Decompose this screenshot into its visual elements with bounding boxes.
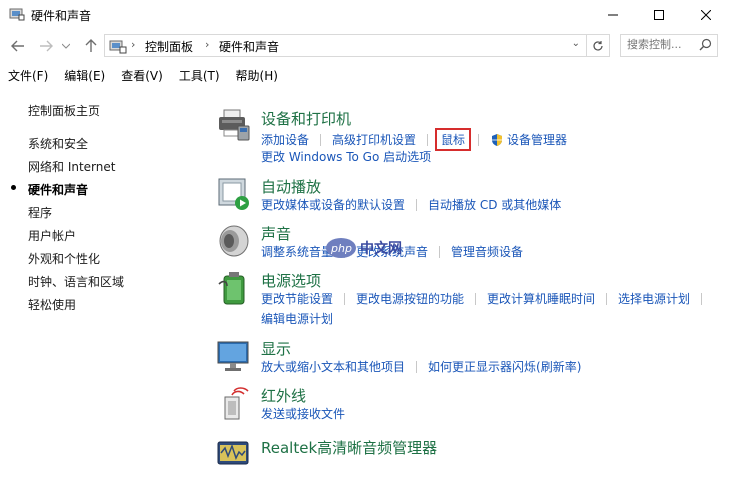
- links-row: 更改节能设置 更改电源按钮的功能 更改计算机睡眠时间 选择电源计划: [261, 290, 713, 307]
- links-row: 更改 Windows To Go 启动选项: [261, 148, 431, 165]
- window-title: 硬件和声音: [31, 9, 92, 23]
- link-change-power-saving[interactable]: 更改节能设置: [261, 290, 333, 307]
- breadcrumb-separator-icon[interactable]: ›: [205, 38, 209, 51]
- link-choose-power-plan[interactable]: 选择电源计划: [618, 290, 690, 307]
- watermark-text: 中文网: [360, 240, 402, 257]
- link-adjust-volume[interactable]: 调整系统音量: [261, 243, 333, 260]
- breadcrumb-separator-icon[interactable]: ›: [131, 38, 135, 51]
- control-panel-icon: [109, 40, 127, 54]
- control-panel-icon: [9, 8, 25, 21]
- category-title-autoplay[interactable]: 自动播放: [261, 176, 321, 197]
- maximize-icon: [654, 10, 664, 20]
- category-title-power[interactable]: 电源选项: [261, 270, 321, 291]
- realtek-icon[interactable]: [216, 436, 252, 472]
- sidebar-item-hardware-sound[interactable]: 硬件和声音: [28, 181, 88, 198]
- link-divider: [478, 133, 480, 146]
- breadcrumb-control-panel[interactable]: 控制面板: [145, 38, 193, 55]
- link-power-button-function[interactable]: 更改电源按钮的功能: [356, 290, 464, 307]
- link-divider: [606, 292, 608, 305]
- svg-text:php: php: [330, 242, 352, 255]
- links-row: 更改媒体或设备的默认设置 自动播放 CD 或其他媒体: [261, 196, 561, 213]
- maximize-button[interactable]: [636, 0, 682, 30]
- link-divider: [475, 292, 477, 305]
- menu-view[interactable]: 查看(V): [113, 64, 171, 86]
- link-divider: [439, 245, 441, 258]
- link-edit-power-plan[interactable]: 编辑电源计划: [261, 310, 333, 327]
- link-text-size[interactable]: 放大或缩小文本和其他项目: [261, 358, 405, 375]
- sidebar-item-network[interactable]: 网络和 Internet: [28, 158, 115, 175]
- search-icon: [699, 38, 712, 51]
- battery-icon[interactable]: [216, 270, 252, 306]
- sidebar-item-user-accounts[interactable]: 用户帐户: [28, 227, 76, 244]
- category-title-display[interactable]: 显示: [261, 338, 291, 359]
- sidebar-control-panel-home[interactable]: 控制面板主页: [28, 102, 100, 119]
- category-title-sound[interactable]: 声音: [261, 223, 291, 244]
- category-title-realtek[interactable]: Realtek高清晰音频管理器: [261, 437, 437, 458]
- search-input[interactable]: [627, 38, 697, 51]
- watermark-logo: php 中文网: [326, 238, 402, 258]
- arrow-up-icon: [85, 39, 97, 52]
- breadcrumb-hardware-sound[interactable]: 硬件和声音: [219, 38, 279, 55]
- active-bullet-icon: [11, 185, 16, 190]
- recent-locations-button[interactable]: [60, 36, 72, 56]
- infrared-icon[interactable]: [216, 385, 252, 421]
- address-bar[interactable]: › 控制面板 › 硬件和声音 ⌄: [104, 34, 587, 57]
- sidebar-item-clock-region[interactable]: 时钟、语言和区域: [28, 273, 124, 290]
- menu-bar: 文件(F) 编辑(E) 查看(V) 工具(T) 帮助(H): [0, 64, 729, 86]
- autoplay-icon[interactable]: [216, 176, 252, 212]
- address-dropdown-icon[interactable]: ⌄: [572, 38, 580, 49]
- links-row: 编辑电源计划: [261, 310, 333, 327]
- category-title-devices-printers[interactable]: 设备和打印机: [261, 108, 351, 129]
- speaker-icon[interactable]: [216, 223, 252, 259]
- close-icon: [701, 10, 711, 20]
- sidebar-item-programs[interactable]: 程序: [28, 204, 52, 221]
- link-sleep-time[interactable]: 更改计算机睡眠时间: [487, 290, 595, 307]
- title-bar: 硬件和声音: [0, 0, 729, 30]
- sidebar-item-ease-of-access[interactable]: 轻松使用: [28, 296, 76, 313]
- link-send-receive-files[interactable]: 发送或接收文件: [261, 405, 345, 422]
- links-row: 发送或接收文件: [261, 405, 345, 422]
- monitor-icon[interactable]: [216, 338, 252, 374]
- link-add-device[interactable]: 添加设备: [261, 131, 309, 148]
- link-divider: [416, 360, 418, 373]
- sidebar-item-system-security[interactable]: 系统和安全: [28, 135, 88, 152]
- category-title-infrared[interactable]: 红外线: [261, 385, 306, 406]
- link-autoplay-cd[interactable]: 自动播放 CD 或其他媒体: [428, 196, 561, 213]
- forward-button[interactable]: [36, 36, 56, 56]
- printer-icon[interactable]: [216, 108, 252, 144]
- link-mouse[interactable]: 鼠标: [435, 128, 472, 151]
- link-divider: [416, 198, 418, 211]
- refresh-button[interactable]: [587, 34, 610, 57]
- arrow-left-icon: [11, 40, 24, 52]
- up-button[interactable]: [81, 36, 101, 56]
- link-refresh-rate[interactable]: 如何更正显示器闪烁(刷新率): [428, 358, 581, 375]
- arrow-right-icon: [40, 40, 53, 52]
- menu-edit[interactable]: 编辑(E): [56, 64, 113, 86]
- link-divider: [344, 292, 346, 305]
- menu-file[interactable]: 文件(F): [0, 64, 56, 86]
- back-button[interactable]: [8, 36, 28, 56]
- link-manage-audio-devices[interactable]: 管理音频设备: [451, 243, 523, 260]
- menu-help[interactable]: 帮助(H): [228, 64, 286, 86]
- link-change-default-media[interactable]: 更改媒体或设备的默认设置: [261, 196, 405, 213]
- minimize-icon: [608, 14, 618, 16]
- chevron-down-icon: [62, 43, 70, 49]
- link-windows-to-go[interactable]: 更改 Windows To Go 启动选项: [261, 148, 431, 165]
- links-row: 放大或缩小文本和其他项目 如何更正显示器闪烁(刷新率): [261, 358, 581, 375]
- shield-icon: [492, 133, 503, 146]
- search-box[interactable]: [620, 34, 718, 57]
- close-button[interactable]: [683, 0, 729, 30]
- link-divider: [320, 133, 322, 146]
- link-divider: [427, 133, 429, 146]
- menu-tools[interactable]: 工具(T): [171, 64, 228, 86]
- sidebar-item-appearance[interactable]: 外观和个性化: [28, 250, 100, 267]
- refresh-icon: [593, 40, 603, 51]
- navigation-bar: › 控制面板 › 硬件和声音 ⌄: [0, 30, 729, 62]
- minimize-button[interactable]: [590, 0, 636, 30]
- link-divider: [701, 292, 703, 305]
- link-advanced-printer-setup[interactable]: 高级打印机设置: [332, 131, 416, 148]
- link-device-manager[interactable]: 设备管理器: [507, 131, 567, 148]
